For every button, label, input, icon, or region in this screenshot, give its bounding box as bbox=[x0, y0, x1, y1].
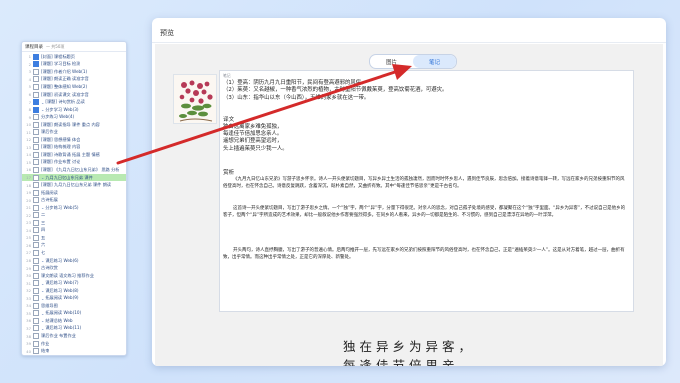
annotation-arrow bbox=[116, 64, 412, 165]
